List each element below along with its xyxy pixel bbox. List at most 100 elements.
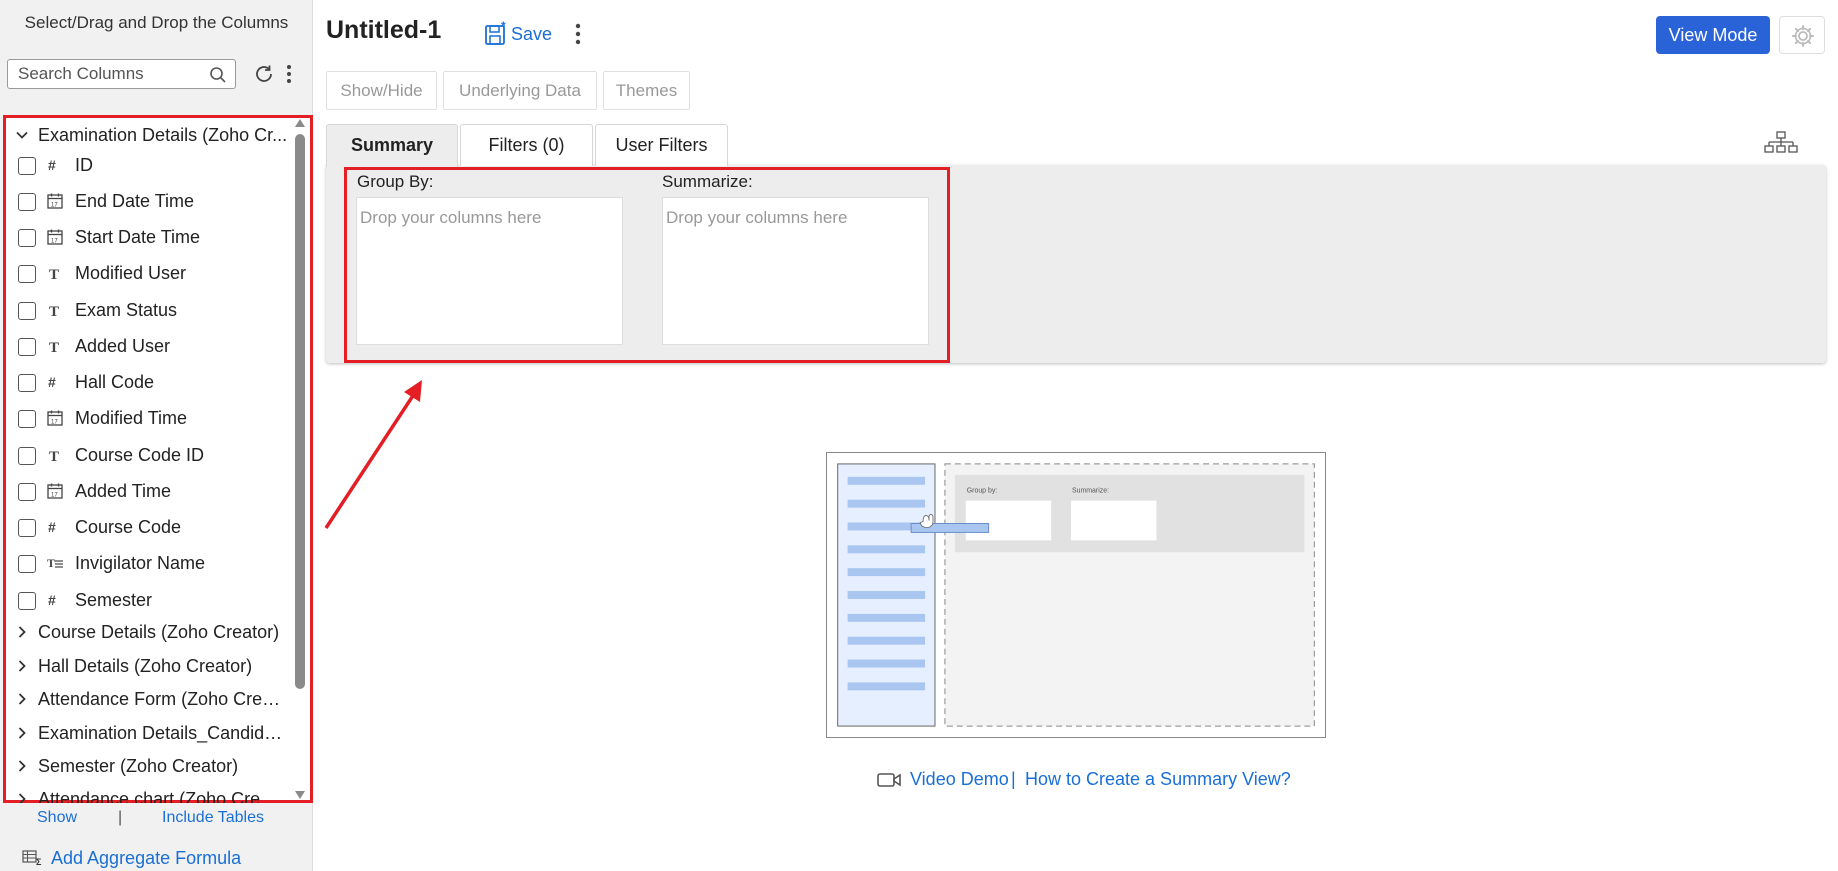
column-label: ID	[75, 155, 93, 175]
svg-text:T: T	[49, 340, 59, 355]
svg-text:17: 17	[51, 203, 58, 209]
column-item[interactable]: T Invigilator Name	[6, 548, 288, 578]
how-to-create-summary-link[interactable]: How to Create a Summary View?	[1025, 769, 1291, 790]
report-title[interactable]: Untitled-1	[326, 16, 441, 45]
number-type-icon: #	[48, 519, 56, 535]
column-item[interactable]: # Hall Code	[6, 367, 288, 397]
column-item[interactable]: 17 End Date Time	[6, 186, 288, 216]
column-checkbox[interactable]	[18, 338, 36, 356]
column-checkbox[interactable]	[18, 193, 36, 211]
more-options-icon[interactable]	[573, 22, 583, 46]
column-label: Exam Status	[75, 300, 178, 320]
column-selector-panel: Select/Drag and Drop the Columns Examina…	[0, 0, 313, 871]
svg-text:17: 17	[51, 493, 58, 499]
column-label: Course Code ID	[75, 445, 205, 465]
table-group[interactable]: Semester (Zoho Creator)	[6, 752, 288, 780]
scroll-down-arrow-icon[interactable]	[294, 790, 306, 800]
column-checkbox[interactable]	[18, 555, 36, 573]
table-group-label: Attendance chart (Zoho Creat...	[38, 789, 288, 803]
svg-text:#: #	[48, 592, 56, 608]
column-label: Invigilator Name	[75, 553, 206, 573]
column-checkbox[interactable]	[18, 374, 36, 392]
column-label: End Date Time	[75, 191, 195, 211]
search-columns-field[interactable]	[7, 59, 236, 89]
column-item[interactable]: # Course Code	[6, 512, 288, 542]
text-type-icon: T	[49, 340, 59, 355]
column-checkbox[interactable]	[18, 265, 36, 283]
column-item[interactable]: 17 Added Time	[6, 476, 288, 506]
column-item[interactable]: 17 Start Date Time	[6, 222, 288, 252]
video-camera-icon[interactable]	[877, 771, 901, 789]
themes-button[interactable]: Themes	[603, 71, 690, 110]
illustration-group-by: Group by:	[967, 488, 998, 495]
table-group[interactable]: Attendance Form (Zoho Creat...	[6, 685, 288, 713]
table-group[interactable]: Attendance chart (Zoho Creat...	[6, 785, 288, 803]
column-item[interactable]: 17 Modified Time	[6, 403, 288, 433]
aggregate-formula-icon[interactable]: Σ	[22, 850, 44, 866]
calendar-icon: 17	[47, 410, 63, 426]
show-link[interactable]: Show	[37, 809, 77, 827]
column-checkbox[interactable]	[18, 592, 36, 610]
view-mode-button[interactable]: View Mode	[1656, 16, 1770, 54]
column-item[interactable]: T Exam Status	[6, 295, 288, 325]
column-item[interactable]: # ID	[6, 150, 288, 180]
svg-text:17: 17	[51, 420, 58, 426]
video-demo-link[interactable]: Video Demo	[910, 769, 1009, 790]
column-item[interactable]: T Added User	[6, 331, 288, 361]
svg-text:T: T	[49, 267, 59, 282]
svg-text:*: *	[501, 20, 506, 33]
include-tables-link[interactable]: Include Tables	[162, 809, 264, 827]
chevron-right-icon[interactable]	[16, 660, 28, 672]
summary-view-illustration: Group by: Summarize:	[826, 452, 1326, 738]
table-group[interactable]: Course Details (Zoho Creator)	[6, 618, 288, 646]
column-checkbox[interactable]	[18, 519, 36, 537]
column-checkbox[interactable]	[18, 410, 36, 428]
refresh-icon[interactable]	[253, 63, 275, 85]
settings-button[interactable]	[1779, 16, 1825, 54]
show-hide-button[interactable]: Show/Hide	[326, 71, 437, 110]
table-group-label: Examination Details (Zoho Cr...	[38, 125, 288, 145]
chevron-right-icon[interactable]	[16, 793, 28, 803]
scroll-up-arrow-icon[interactable]	[294, 118, 306, 128]
more-options-icon[interactable]	[283, 63, 295, 85]
column-label: Modified Time	[75, 408, 188, 428]
tab-user-filters[interactable]: User Filters	[595, 124, 728, 166]
svg-text:17: 17	[51, 239, 58, 245]
illustration-summarize: Summarize:	[1072, 488, 1109, 495]
column-item[interactable]: # Semester	[6, 585, 288, 615]
table-group[interactable]: Hall Details (Zoho Creator)	[6, 652, 288, 680]
column-checkbox[interactable]	[18, 447, 36, 465]
tab-filters[interactable]: Filters (0)	[460, 124, 593, 166]
underlying-data-button[interactable]: Underlying Data	[443, 71, 597, 110]
gear-icon	[1792, 25, 1814, 47]
table-group-examination-details[interactable]: Examination Details (Zoho Cr...	[6, 121, 288, 149]
column-checkbox[interactable]	[18, 229, 36, 247]
chevron-right-icon[interactable]	[16, 626, 28, 638]
column-checkbox[interactable]	[18, 157, 36, 175]
svg-text:#: #	[48, 374, 56, 390]
add-aggregate-formula-link[interactable]: Add Aggregate Formula	[51, 848, 241, 869]
search-icon[interactable]	[209, 66, 227, 84]
table-group[interactable]: Examination Details_Candidat...	[6, 719, 288, 747]
chevron-right-icon[interactable]	[16, 727, 28, 739]
column-checkbox[interactable]	[18, 483, 36, 501]
svg-text:T: T	[47, 556, 55, 570]
column-checkbox[interactable]	[18, 302, 36, 320]
hierarchy-icon[interactable]	[1764, 131, 1798, 155]
text-type-icon: T	[49, 304, 59, 319]
chevron-down-icon[interactable]	[16, 129, 28, 141]
scrollbar[interactable]	[290, 118, 310, 803]
search-columns-input[interactable]	[18, 64, 203, 84]
svg-text:T: T	[49, 304, 59, 319]
svg-text:#: #	[48, 157, 56, 173]
column-item[interactable]: T Course Code ID	[6, 440, 288, 470]
calendar-icon: 17	[47, 483, 63, 499]
calendar-icon: 17	[47, 193, 63, 209]
chevron-right-icon[interactable]	[16, 693, 28, 705]
column-item[interactable]: T Modified User	[6, 258, 288, 288]
chevron-right-icon[interactable]	[16, 760, 28, 772]
tab-summary[interactable]: Summary	[326, 124, 458, 167]
svg-text:#: #	[48, 519, 56, 535]
scrollbar-thumb[interactable]	[295, 134, 305, 689]
separator: |	[118, 809, 123, 826]
